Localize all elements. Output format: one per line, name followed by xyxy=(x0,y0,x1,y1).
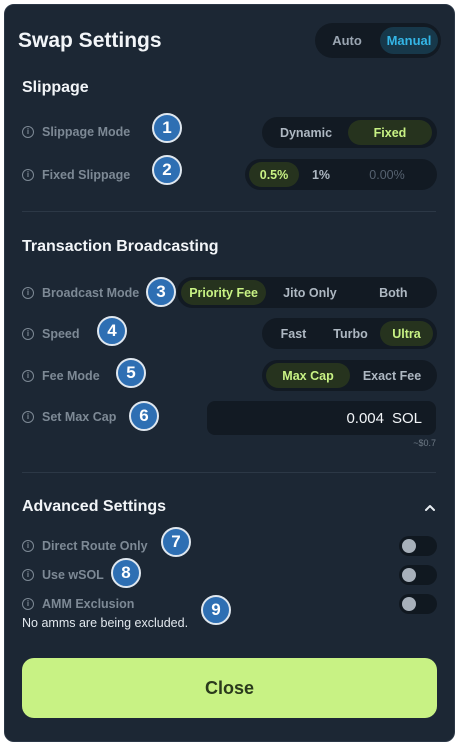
annotation-badge-6: 6 xyxy=(129,401,159,431)
custom-slippage-input[interactable]: 0.00% xyxy=(343,162,431,187)
slippage-section-title: Slippage xyxy=(22,79,89,96)
max-cap-value: 0.004 xyxy=(346,409,384,427)
annotation-badge-8: 8 xyxy=(111,558,141,588)
annotation-badge-1: 1 xyxy=(152,113,182,143)
info-icon[interactable]: i xyxy=(22,411,34,423)
annotation-badge-5: 5 xyxy=(116,358,146,388)
annotation-badge-3: 3 xyxy=(146,277,176,307)
slippage-preset-0-5[interactable]: 0.5% xyxy=(249,162,299,187)
info-icon[interactable]: i xyxy=(22,287,34,299)
annotation-badge-9: 9 xyxy=(201,595,231,625)
close-button[interactable]: Close xyxy=(22,658,437,718)
speed-label: Speed xyxy=(42,327,80,341)
mode-auto-button[interactable]: Auto xyxy=(318,27,376,54)
fee-mode-row: i Fee Mode xyxy=(22,369,100,383)
direct-route-toggle[interactable] xyxy=(399,536,437,556)
speed-fast-option[interactable]: Fast xyxy=(266,321,321,346)
fee-mode-label: Fee Mode xyxy=(42,369,100,383)
advanced-section-title: Advanced Settings xyxy=(22,498,167,515)
max-cap-usd-estimate: ~$0.7 xyxy=(413,438,436,448)
use-wsol-toggle[interactable] xyxy=(399,565,437,585)
speed-ultra-option[interactable]: Ultra xyxy=(379,321,433,346)
fixed-slippage-selector: 0.5% 1% 0.00% xyxy=(245,159,437,190)
speed-row: i Speed xyxy=(22,327,80,341)
settings-mode-toggle: Auto Manual xyxy=(315,23,441,58)
chevron-up-icon[interactable] xyxy=(423,501,437,515)
amm-exclusion-row: i AMM Exclusion xyxy=(22,597,134,611)
fixed-slippage-row: i Fixed Slippage xyxy=(22,168,130,182)
slippage-mode-row: i Slippage Mode xyxy=(22,125,130,139)
divider xyxy=(22,211,436,212)
amm-exclusion-toggle[interactable] xyxy=(399,594,437,614)
mode-manual-button[interactable]: Manual xyxy=(380,27,438,54)
info-icon[interactable]: i xyxy=(22,126,34,138)
slippage-dynamic-option[interactable]: Dynamic xyxy=(266,120,346,145)
toggle-knob xyxy=(402,539,416,553)
speed-turbo-option[interactable]: Turbo xyxy=(323,321,378,346)
slippage-mode-label: Slippage Mode xyxy=(42,125,131,139)
broadcast-jito-only-option[interactable]: Jito Only xyxy=(268,280,351,305)
slippage-fixed-option[interactable]: Fixed xyxy=(348,120,432,145)
slippage-preset-1[interactable]: 1% xyxy=(301,162,341,187)
info-icon[interactable]: i xyxy=(22,370,34,382)
max-cap-unit: SOL xyxy=(391,409,422,427)
toggle-knob xyxy=(402,597,416,611)
swap-settings-modal: Swap Settings Auto Manual Slippage i Sli… xyxy=(4,4,455,742)
info-icon[interactable]: i xyxy=(22,169,34,181)
broadcast-mode-label: Broadcast Mode xyxy=(42,286,140,300)
amm-exclusion-note: No amms are being excluded. xyxy=(22,616,189,630)
annotation-badge-7: 7 xyxy=(161,527,191,557)
amm-exclusion-label: AMM Exclusion xyxy=(42,597,135,611)
direct-route-row: i Direct Route Only xyxy=(22,539,148,553)
fixed-slippage-label: Fixed Slippage xyxy=(42,168,131,182)
broadcast-mode-selector: Priority Fee Jito Only Both xyxy=(177,277,437,308)
info-icon[interactable]: i xyxy=(22,540,34,552)
max-cap-row: i Set Max Cap xyxy=(22,410,116,424)
broadcast-mode-row: i Broadcast Mode xyxy=(22,286,139,300)
fee-max-cap-option[interactable]: Max Cap xyxy=(266,363,350,388)
fee-exact-fee-option[interactable]: Exact Fee xyxy=(352,363,432,388)
info-icon[interactable]: i xyxy=(22,598,34,610)
max-cap-label: Set Max Cap xyxy=(42,410,117,424)
use-wsol-row: i Use wSOL xyxy=(22,568,104,582)
broadcast-section-title: Transaction Broadcasting xyxy=(22,238,219,255)
info-icon[interactable]: i xyxy=(22,328,34,340)
max-cap-input[interactable]: 0.004 SOL xyxy=(207,401,436,435)
fee-mode-selector: Max Cap Exact Fee xyxy=(262,360,437,391)
slippage-mode-selector: Dynamic Fixed xyxy=(262,117,437,148)
broadcast-priority-fee-option[interactable]: Priority Fee xyxy=(181,280,267,305)
annotation-badge-4: 4 xyxy=(97,316,127,346)
annotation-badge-2: 2 xyxy=(152,155,182,185)
use-wsol-label: Use wSOL xyxy=(42,568,104,582)
info-icon[interactable]: i xyxy=(22,569,34,581)
divider xyxy=(22,472,436,473)
speed-selector: Fast Turbo Ultra xyxy=(262,318,437,349)
toggle-knob xyxy=(402,568,416,582)
broadcast-both-option[interactable]: Both xyxy=(354,280,433,305)
modal-title: Swap Settings xyxy=(18,29,162,52)
direct-route-label: Direct Route Only xyxy=(42,539,148,553)
